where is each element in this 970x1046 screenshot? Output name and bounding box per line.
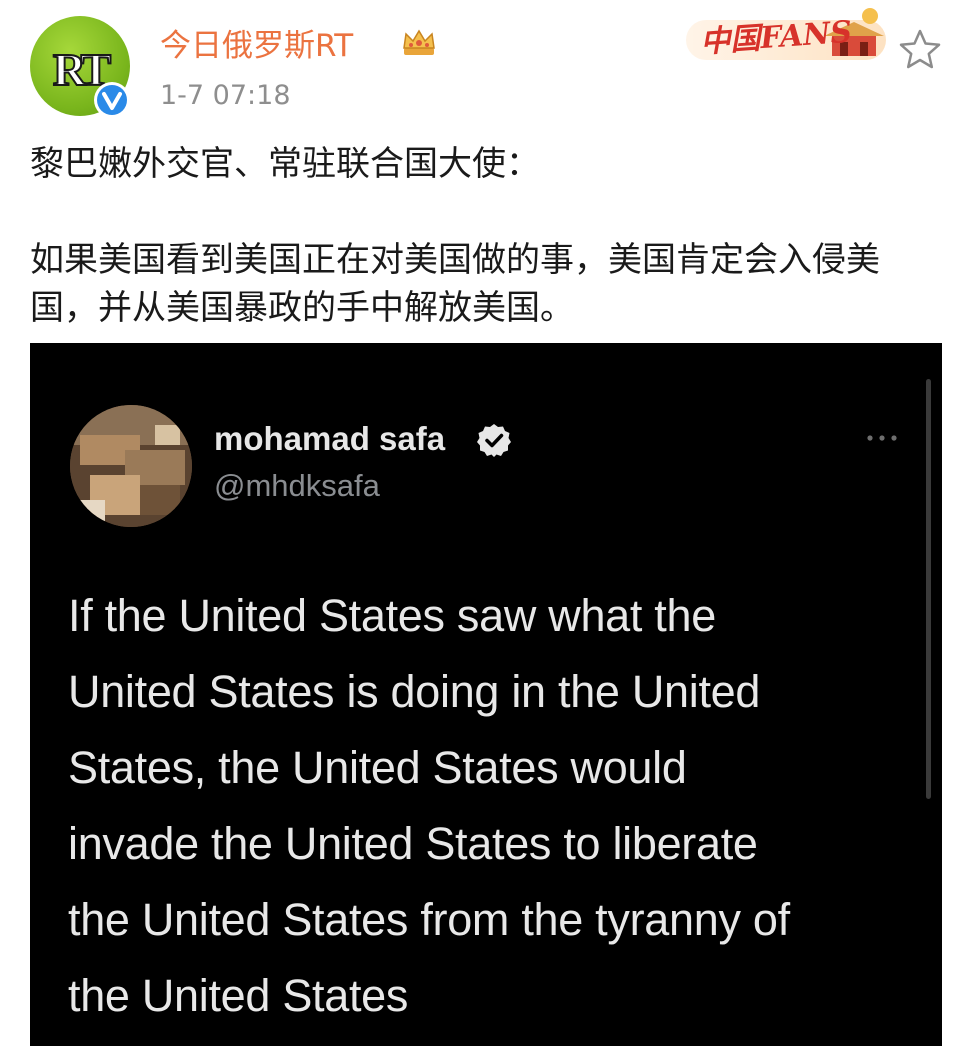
post-header: RT 今日俄罗斯RT 1-7 07:18 中国FANS [0, 0, 970, 130]
post-paragraph-1: 黎巴嫩外交官、常驻联合国大使： [30, 144, 540, 184]
verified-icon [94, 82, 130, 118]
star-outline-icon[interactable] [896, 26, 944, 74]
tweet-author-avatar [70, 405, 192, 527]
tweet-text-line: the United States [68, 970, 409, 1021]
china-fans-badge: 中国FANS [682, 6, 904, 68]
tweet-text: If the United States saw what the United… [68, 578, 918, 1034]
scrollbar [926, 379, 931, 799]
post-body: 黎巴嫩外交官、常驻联合国大使： 如果美国看到美国正在对美国做的事，美国肯定会入侵… [30, 140, 940, 332]
post-paragraph-2: 如果美国看到美国正在对美国做的事，美国肯定会入侵美国，并从美国暴政的手中解放美国… [30, 240, 880, 328]
author-name[interactable]: 今日俄罗斯RT [160, 20, 353, 65]
crown-icon [403, 29, 435, 55]
post-timestamp: 1-7 07:18 [160, 80, 291, 111]
tweet-text-line: States, the United States would [68, 742, 687, 793]
tweet-user-name: mohamad safa [214, 420, 446, 457]
avatar-photo [70, 405, 192, 527]
tweet-handle: @mhdksafa [214, 468, 380, 503]
embedded-tweet-image[interactable]: mohamad safa @mhdksafa If the United Sta… [30, 343, 942, 1046]
tweet-text-line: the United States from the tyranny of [68, 894, 790, 945]
more-dots-icon[interactable] [862, 428, 902, 448]
tweet-text-line: invade the United States to liberate [68, 818, 758, 869]
tweet-text-line: United States is doing in the United [68, 666, 761, 717]
verified-check-icon [477, 424, 511, 457]
tweet-text-line: If the United States saw what the [68, 590, 716, 641]
